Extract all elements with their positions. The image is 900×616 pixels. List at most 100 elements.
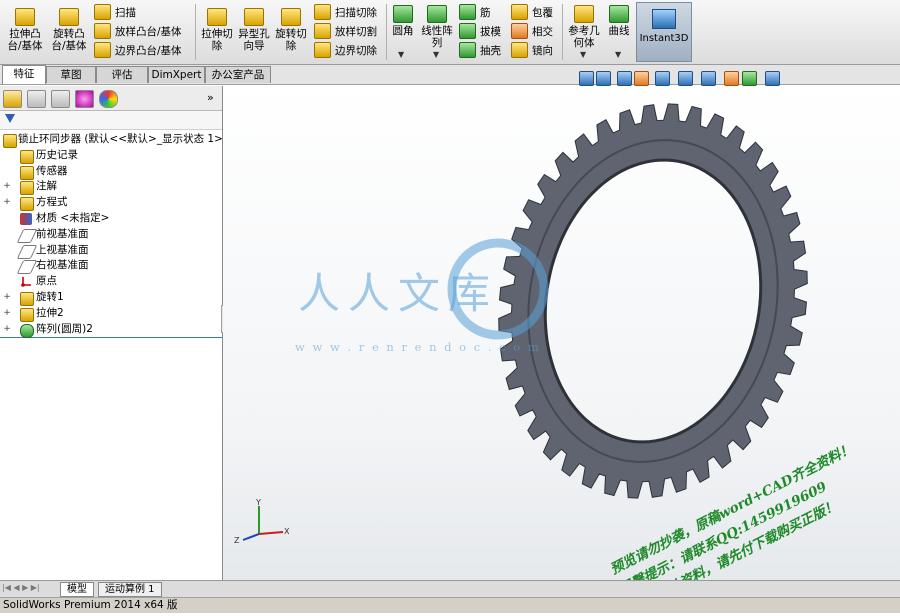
tab-evaluate[interactable]: 评估 — [96, 66, 148, 83]
feature-tree: 锁止环同步器 (默认<<默认>_显示状态 1> 历史记录 传感器 + 注解 + … — [0, 132, 223, 339]
expand-icon[interactable]: + — [3, 322, 11, 338]
previous-view-icon[interactable] — [617, 70, 632, 86]
graphics-area[interactable]: 人人文库 w w w . r e n r e n d o c . c o m 预… — [223, 86, 900, 616]
view-orientation-icon[interactable] — [655, 70, 670, 86]
tree-filter[interactable] — [0, 111, 222, 130]
hole-wizard-button[interactable]: 异型孔 向导 — [236, 8, 272, 52]
material-icon — [20, 212, 32, 225]
feature-manager-panel: » 锁止环同步器 (默认<<默认>_显示状态 1> 历史记录 传感器 + 注解 … — [0, 86, 223, 580]
wrap-button[interactable]: 包覆 — [511, 3, 553, 21]
tab-dimxpert[interactable]: DimXpert — [148, 66, 205, 83]
tree-item-sensors[interactable]: 传感器 — [0, 164, 222, 180]
fillet-dropdown-icon[interactable]: ▼ — [398, 50, 404, 59]
instant3d-button[interactable]: Instant3D — [636, 2, 692, 62]
tab-scroll-arrows-icon[interactable]: |◀ ◀ ▶ ▶| — [2, 583, 40, 592]
revolve-cut-button[interactable]: 旋转切 除 — [273, 8, 309, 52]
ref-geometry-dropdown-icon[interactable]: ▼ — [580, 50, 586, 59]
tree-item-equations[interactable]: + 方程式 — [0, 195, 222, 212]
tab-sketch[interactable]: 草图 — [46, 66, 96, 83]
fillet-button[interactable]: 圆角 — [390, 5, 416, 37]
boundary-cut-icon — [314, 42, 331, 58]
rib-button[interactable]: 筋 — [459, 3, 491, 21]
shell-icon — [459, 42, 476, 58]
view-triad: Y X Z — [234, 498, 290, 545]
linear-pattern-button[interactable]: 线性阵 列 — [418, 5, 456, 49]
tree-item-extrude2[interactable]: + 拉伸2 — [0, 306, 222, 322]
tree-item-history[interactable]: 历史记录 — [0, 148, 222, 164]
revolve-feature-icon — [20, 291, 34, 306]
apply-scene-icon[interactable] — [742, 70, 757, 86]
section-view-icon[interactable] — [634, 70, 649, 86]
reference-geometry-button[interactable]: 参考几 何体 — [566, 5, 602, 49]
tab-office-products[interactable]: 办公室产品 — [205, 66, 271, 83]
hide-show-items-icon[interactable] — [701, 70, 716, 86]
plane-icon — [16, 244, 38, 259]
extrude-boss-button[interactable]: 拉伸凸 台/基体 — [4, 8, 46, 52]
tree-item-annotations[interactable]: + 注解 — [0, 179, 222, 196]
edit-appearance-icon[interactable] — [724, 70, 739, 86]
tab-model[interactable]: 模型 — [60, 582, 94, 597]
ribbon-separator — [386, 4, 387, 60]
linear-pattern-icon — [427, 5, 447, 23]
configuration-manager-icon[interactable] — [51, 90, 70, 108]
loft-boss-button[interactable]: 放样凸台/基体 — [94, 22, 182, 40]
heads-up-view-toolbar — [579, 70, 782, 86]
zoom-to-area-icon[interactable] — [596, 70, 611, 86]
display-style-icon[interactable] — [678, 70, 693, 86]
tree-item-front-plane[interactable]: 前视基准面 — [0, 227, 222, 243]
boundary-cut-button[interactable]: 边界切除 — [314, 41, 377, 59]
equations-icon — [20, 197, 34, 212]
boundary-boss-button[interactable]: 边界凸台/基体 — [94, 41, 182, 59]
tab-features[interactable]: 特征 — [2, 65, 46, 84]
filter-icon — [5, 114, 15, 123]
expand-icon[interactable]: + — [3, 195, 11, 211]
intersect-button[interactable]: 相交 — [511, 22, 553, 40]
view-settings-icon[interactable] — [765, 70, 780, 86]
lofted-cut-button[interactable]: 放样切割 — [314, 22, 377, 40]
swept-cut-button[interactable]: 扫描切除 — [314, 3, 377, 21]
revolve-cut-icon — [281, 8, 301, 26]
pattern-dropdown-icon[interactable]: ▼ — [433, 50, 439, 59]
curves-button[interactable]: 曲线 — [604, 5, 634, 37]
shell-button[interactable]: 抽壳 — [459, 41, 501, 59]
rib-icon — [459, 4, 476, 20]
watermark-logo-text: 人人文库 — [298, 269, 499, 318]
expand-icon[interactable]: + — [3, 179, 11, 195]
lofted-cut-icon — [314, 23, 331, 39]
display-manager-icon[interactable] — [99, 90, 118, 108]
curves-icon — [609, 5, 629, 23]
sweep-button[interactable]: 扫描 — [94, 3, 136, 21]
ribbon-separator — [195, 4, 196, 60]
extrude-cut-icon — [207, 8, 227, 26]
sweep-icon — [94, 4, 111, 20]
wrap-icon — [511, 4, 528, 20]
hole-wizard-icon — [244, 8, 264, 26]
tree-item-origin[interactable]: 原点 — [0, 274, 222, 290]
sensors-icon — [20, 165, 34, 180]
zoom-to-fit-icon[interactable] — [579, 70, 594, 86]
extrude-cut-feature-icon — [20, 307, 34, 322]
tree-item-material[interactable]: 材质 <未指定> — [0, 211, 222, 227]
dimxpert-manager-icon[interactable] — [75, 90, 94, 108]
tree-item-right-plane[interactable]: 右视基准面 — [0, 258, 222, 275]
expand-icon[interactable]: + — [3, 290, 11, 306]
expand-panel-icon[interactable]: » — [207, 91, 214, 104]
mirror-button[interactable]: 镜向 — [511, 41, 553, 59]
triad-y-label: Y — [255, 498, 261, 507]
loft-boss-icon — [94, 23, 111, 39]
feature-manager-icon[interactable] — [3, 90, 22, 108]
circular-pattern-icon — [20, 323, 34, 338]
annotations-icon — [20, 181, 34, 196]
tree-item-revolve1[interactable]: + 旋转1 — [0, 290, 222, 306]
tree-root[interactable]: 锁止环同步器 (默认<<默认>_显示状态 1> — [0, 132, 223, 148]
tree-item-circular-pattern2[interactable]: + 阵列(圆周)2 — [0, 322, 222, 339]
revolve-boss-button[interactable]: 旋转凸 台/基体 — [48, 8, 90, 52]
panel-manager-tabs: » — [0, 86, 222, 111]
tab-motion-study-1[interactable]: 运动算例 1 — [98, 582, 162, 597]
draft-button[interactable]: 拔模 — [459, 22, 501, 40]
expand-icon[interactable]: + — [3, 306, 11, 322]
tree-item-top-plane[interactable]: 上视基准面 — [0, 243, 222, 259]
curves-dropdown-icon[interactable]: ▼ — [615, 50, 621, 59]
property-manager-icon[interactable] — [27, 90, 46, 108]
extrude-cut-button[interactable]: 拉伸切 除 — [199, 8, 235, 52]
